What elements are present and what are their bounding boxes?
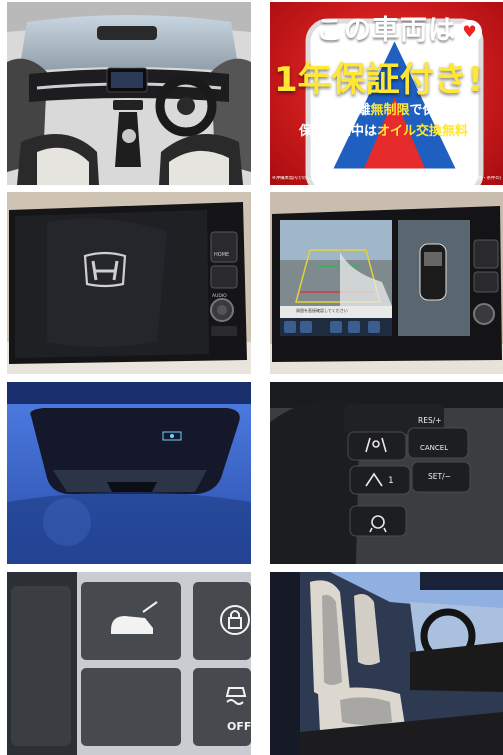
- home-label: HOME: [214, 252, 230, 258]
- audio-label: AUDIO: [212, 294, 227, 299]
- res-button-label: RES/+: [418, 416, 442, 425]
- warranty-ad-banner: この車両は ♥ 1年保証付き! 走行距離無制限で保証! 保証期間中はオイル交換無料…: [270, 2, 503, 185]
- ad-oil-line: 保証期間中はオイル交換無料!: [299, 124, 474, 139]
- cancel-button-label: CANCEL: [420, 444, 449, 452]
- photo-dashboard-interior: [7, 2, 251, 185]
- ad-warranty-title: 1年保証付き!: [274, 60, 484, 100]
- photo-sensor-housing: [7, 382, 251, 564]
- photo-steering-buttons: RES/+ CANCEL 1 SET/−: [270, 382, 503, 564]
- off-label: OFF: [227, 720, 251, 733]
- heart-icon: ♥: [458, 19, 482, 44]
- limit-digit-label: 1: [388, 476, 394, 486]
- photo-front-seat: [270, 572, 503, 755]
- photo-infotainment-logo: HOME AUDIO: [7, 192, 251, 374]
- set-button-label: SET/−: [428, 472, 451, 481]
- photo-switch-panel: OFF: [7, 572, 251, 755]
- dashboard-illustration: [7, 2, 251, 185]
- ad-mileage-line: 走行距離無制限で保証!: [318, 103, 455, 118]
- camera-caution-text: 周囲を直接確認してください: [296, 308, 348, 313]
- ad-headline: この車両は ♥: [316, 8, 499, 47]
- ad-footnote: ※沖縄本島内でのご登録が条件となります。 ※業者販売・リース契約の場合は保証対象…: [272, 176, 501, 181]
- photo-camera-display: 周囲を直接確認してください: [270, 192, 503, 374]
